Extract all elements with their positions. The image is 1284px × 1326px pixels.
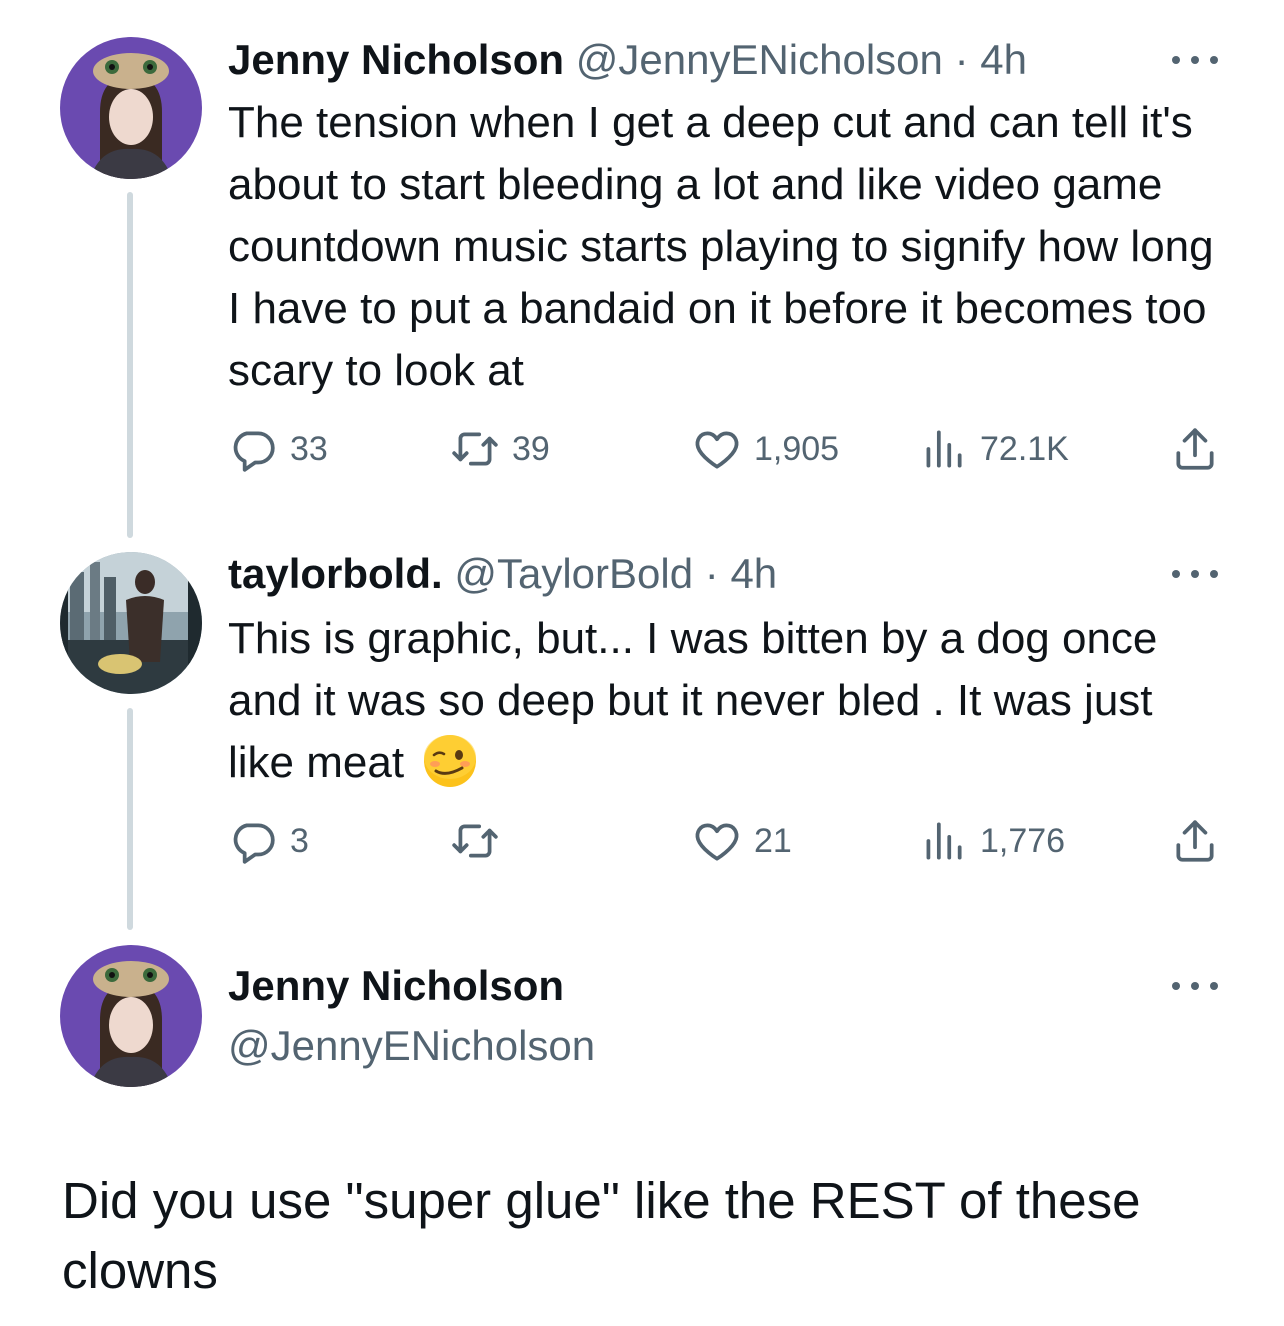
like-count: 1,905 [754,429,840,468]
share-icon [1170,424,1220,474]
views-icon [918,816,968,866]
author-handle[interactable]: @TaylorBold [454,550,693,597]
views-icon [918,424,968,474]
tweet-text: Did you use "super glue" like the REST o… [62,1172,1141,1299]
thread-line [127,192,133,538]
author-handle[interactable]: @JennyENicholson [576,36,943,83]
heart-icon [692,816,742,866]
tweet-text-container: This is graphic, but... I was bitten by … [228,608,1228,794]
author-name[interactable]: Jenny Nicholson [228,962,564,1009]
avatar-jenny-nicholson[interactable] [60,37,202,179]
reply-button[interactable]: 33 [228,424,328,474]
tweet-2[interactable]: taylorbold. @TaylorBold · 4h This is gra… [0,540,1284,940]
views-button[interactable]: 72.1K [918,424,1069,474]
heart-icon [692,424,742,474]
tweet-3[interactable]: Jenny Nicholson @JennyENicholson Did you… [0,940,1284,1326]
tweet-header: Jenny Nicholson [228,960,564,1012]
like-button[interactable]: 1,905 [692,424,839,474]
tweet-header: Jenny Nicholson @JennyENicholson · 4h [228,34,1027,86]
more-icon[interactable] [1172,976,1218,996]
separator-dot: · [704,550,719,597]
avatar-jenny-nicholson[interactable] [60,945,202,1087]
tweet-text: This is graphic, but... I was bitten by … [228,614,1158,787]
reply-icon [228,424,278,474]
retweet-button[interactable]: 39 [450,424,550,474]
views-count: 1,776 [980,821,1066,860]
retweet-count: 39 [512,429,550,468]
avatar-taylorbold[interactable] [60,552,202,694]
like-button[interactable]: 21 [692,816,792,866]
reply-count: 33 [290,429,328,468]
reply-count: 3 [290,821,309,860]
woozy-face-emoji-icon [422,733,478,789]
retweet-icon [450,424,500,474]
share-button[interactable] [1170,816,1220,866]
tweet-header: taylorbold. @TaylorBold · 4h [228,548,777,600]
retweet-button[interactable] [450,816,512,866]
action-bar: 33 39 1,905 72.1K [228,424,1228,474]
views-button[interactable]: 1,776 [918,816,1065,866]
share-button[interactable] [1170,424,1220,474]
views-count: 72.1K [980,429,1069,468]
author-name[interactable]: Jenny Nicholson [228,36,564,83]
tweet-time[interactable]: 4h [980,36,1027,83]
reply-icon [228,816,278,866]
action-bar: 3 21 1,776 [228,816,1228,866]
separator-dot: · [954,36,969,83]
thread-line [127,708,133,930]
author-name[interactable]: taylorbold. [228,550,443,597]
tweet-time[interactable]: 4h [730,550,777,597]
tweet-text: The tension when I get a deep cut and ca… [228,98,1214,395]
share-icon [1170,816,1220,866]
author-handle[interactable]: @JennyENicholson [228,1020,595,1072]
more-icon[interactable] [1172,564,1218,584]
like-count: 21 [754,821,792,860]
reply-button[interactable]: 3 [228,816,309,866]
more-icon[interactable] [1172,50,1218,70]
retweet-icon [450,816,500,866]
tweet-1[interactable]: Jenny Nicholson @JennyENicholson · 4h Th… [0,0,1284,540]
